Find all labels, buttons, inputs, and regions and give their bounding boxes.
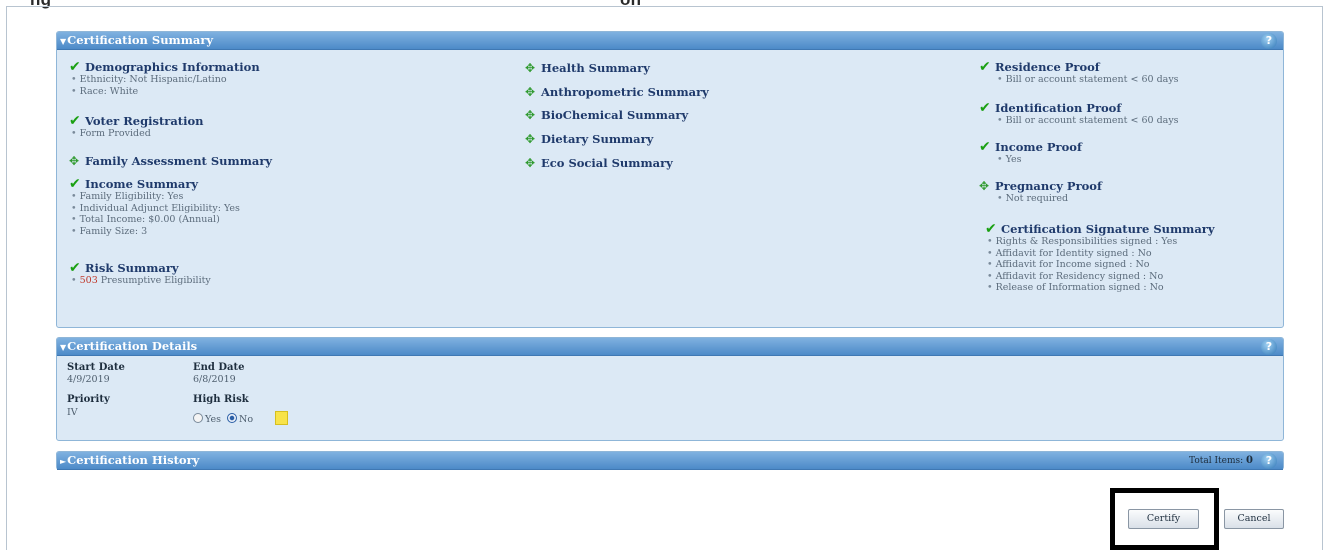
- adjunct-eligibility-value: Individual Adjunct Eligibility: Yes: [79, 202, 240, 214]
- collapse-arrow-icon: ▼: [60, 36, 67, 46]
- diamond-arrows-icon: ✥: [525, 132, 536, 146]
- panel-title: ▼Certification Summary: [60, 33, 213, 47]
- high-risk-no-radio[interactable]: [227, 413, 237, 423]
- cancel-button[interactable]: Cancel: [1224, 509, 1284, 529]
- end-date-value: 6/8/2019: [193, 374, 236, 385]
- family-size-value: Family Size: 3: [79, 225, 148, 237]
- residency-affidavit-value: Affidavit for Residency signed : No: [995, 270, 1164, 282]
- total-items: Total Items: 0: [1189, 455, 1253, 466]
- high-risk-label: High Risk: [193, 394, 249, 405]
- signature-summary-link[interactable]: Certification Signature Summary: [1001, 222, 1215, 236]
- certification-details-title: Certification Details: [67, 339, 198, 353]
- pregnancy-proof-value: Not required: [1005, 193, 1069, 204]
- release-info-value: Release of Information signed : No: [995, 282, 1164, 293]
- total-items-label: Total Items:: [1189, 456, 1244, 466]
- certification-history-panel: ►Certification History Total Items: 0 ?: [56, 451, 1284, 470]
- certification-summary-panel: ▼Certification Summary ? ✔ Demographics I…: [56, 31, 1284, 328]
- identification-proof: ✔ Identification Proof • Bill or account s…: [979, 100, 1179, 126]
- priority-value: IV: [67, 407, 78, 418]
- income-proof-link[interactable]: Income Proof: [995, 140, 1082, 154]
- demographics-link[interactable]: Demographics Information: [85, 60, 260, 74]
- risk-code: 503: [79, 275, 98, 286]
- help-icon[interactable]: ?: [1261, 453, 1277, 469]
- biochemical-summary-link[interactable]: BioChemical Summary: [541, 108, 688, 122]
- diamond-arrows-icon: ✥: [525, 108, 536, 122]
- high-risk-yes-radio[interactable]: [193, 413, 203, 423]
- risk-summary: ✔ Risk Summary • 503 Presumptive Eligibili…: [69, 260, 211, 286]
- total-items-value: 0: [1246, 455, 1253, 466]
- demographics-information: ✔ Demographics Information • Ethnicity: No…: [69, 59, 260, 97]
- residence-proof-link[interactable]: Residence Proof: [995, 60, 1100, 74]
- biochemical-summary: ✥ BioChemical Summary: [525, 108, 688, 122]
- expand-arrow-icon: ►: [60, 456, 67, 466]
- identification-proof-link[interactable]: Identification Proof: [995, 101, 1121, 115]
- anthropometric-summary: ✥ Anthropometric Summary: [525, 85, 709, 99]
- certification-summary-title: Certification Summary: [67, 33, 214, 47]
- start-date-value: 4/9/2019: [67, 374, 110, 385]
- pregnancy-proof: ✥ Pregnancy Proof • Not required: [979, 179, 1102, 204]
- pregnancy-proof-link[interactable]: Pregnancy Proof: [995, 179, 1102, 193]
- diamond-arrows-icon: ✥: [979, 179, 990, 193]
- family-assessment-link[interactable]: Family Assessment Summary: [85, 154, 272, 168]
- check-icon: ✔: [979, 100, 991, 116]
- check-icon: ✔: [69, 260, 81, 276]
- sticky-note-icon[interactable]: [275, 411, 288, 425]
- ethnicity-value: Ethnicity: Not Hispanic/Latino: [79, 74, 227, 85]
- help-icon[interactable]: ?: [1261, 339, 1277, 355]
- check-icon: ✔: [69, 59, 81, 75]
- income-affidavit-value: Affidavit for Income signed : No: [995, 259, 1150, 270]
- income-proof: ✔ Income Proof • Yes: [979, 139, 1082, 165]
- check-icon: ✔: [985, 221, 997, 237]
- family-eligibility-value: Family Eligibility: Yes: [79, 191, 184, 202]
- dietary-summary: ✥ Dietary Summary: [525, 132, 653, 146]
- family-assessment-summary: ✥ Family Assessment Summary: [69, 154, 272, 168]
- certification-history-title: Certification History: [67, 453, 200, 467]
- risk-summary-link[interactable]: Risk Summary: [85, 261, 179, 275]
- certify-highlight-box: [1110, 488, 1219, 550]
- residence-proof-value: Bill or account statement < 60 days: [1005, 74, 1179, 85]
- panel-title: ►Certification History: [60, 453, 199, 467]
- panel-title: ▼Certification Details: [60, 339, 197, 353]
- high-risk-yes-label: Yes: [205, 414, 221, 425]
- voter-value: Form Provided: [79, 128, 151, 139]
- diamond-arrows-icon: ✥: [525, 156, 536, 170]
- certification-history-header[interactable]: ►Certification History Total Items: 0 ?: [57, 452, 1283, 470]
- certification-details-header[interactable]: ▼Certification Details ?: [57, 338, 1283, 356]
- identity-affidavit-value: Affidavit for Identity signed : No: [995, 247, 1152, 259]
- voter-registration-link[interactable]: Voter Registration: [85, 114, 204, 128]
- check-icon: ✔: [979, 139, 991, 155]
- collapse-arrow-icon: ▼: [60, 342, 67, 352]
- check-icon: ✔: [69, 113, 81, 129]
- check-icon: ✔: [979, 59, 991, 75]
- race-value: Race: White: [79, 85, 139, 97]
- eco-social-summary: ✥ Eco Social Summary: [525, 156, 673, 170]
- income-summary: ✔ Income Summary • Family Eligibility: Yes…: [69, 176, 240, 237]
- diamond-arrows-icon: ✥: [69, 154, 80, 168]
- total-income-value: Total Income: $0.00 (Annual): [79, 214, 220, 225]
- health-summary-link[interactable]: Health Summary: [541, 61, 650, 75]
- high-risk-radio-group: Yes No: [193, 413, 253, 425]
- residence-proof: ✔ Residence Proof • Bill or account statem…: [979, 59, 1179, 85]
- start-date-label: Start Date: [67, 362, 125, 373]
- priority-label: Priority: [67, 394, 110, 405]
- diamond-arrows-icon: ✥: [525, 85, 536, 99]
- rights-signed-value: Rights & Responsibilities signed : Yes: [995, 236, 1178, 247]
- income-proof-value: Yes: [1005, 154, 1022, 165]
- voter-registration: ✔ Voter Registration • Form Provided: [69, 113, 204, 139]
- help-icon[interactable]: ?: [1261, 33, 1277, 49]
- certification-details-panel: ▼Certification Details ? Start Date 4/9/…: [56, 337, 1284, 441]
- end-date-label: End Date: [193, 362, 245, 373]
- certification-signature-summary: ✔ Certification Signature Summary • Rights…: [985, 221, 1215, 293]
- health-summary: ✥ Health Summary: [525, 61, 650, 75]
- income-summary-link[interactable]: Income Summary: [85, 177, 198, 191]
- diamond-arrows-icon: ✥: [525, 61, 536, 75]
- risk-text: Presumptive Eligibility: [100, 275, 211, 286]
- dietary-summary-link[interactable]: Dietary Summary: [541, 132, 653, 146]
- high-risk-no-label: No: [239, 414, 254, 425]
- eco-social-summary-link[interactable]: Eco Social Summary: [541, 156, 673, 170]
- check-icon: ✔: [69, 176, 81, 192]
- identification-proof-value: Bill or account statement < 60 days: [1005, 115, 1179, 126]
- certification-summary-header[interactable]: ▼Certification Summary ?: [57, 32, 1283, 50]
- anthropometric-summary-link[interactable]: Anthropometric Summary: [541, 85, 709, 99]
